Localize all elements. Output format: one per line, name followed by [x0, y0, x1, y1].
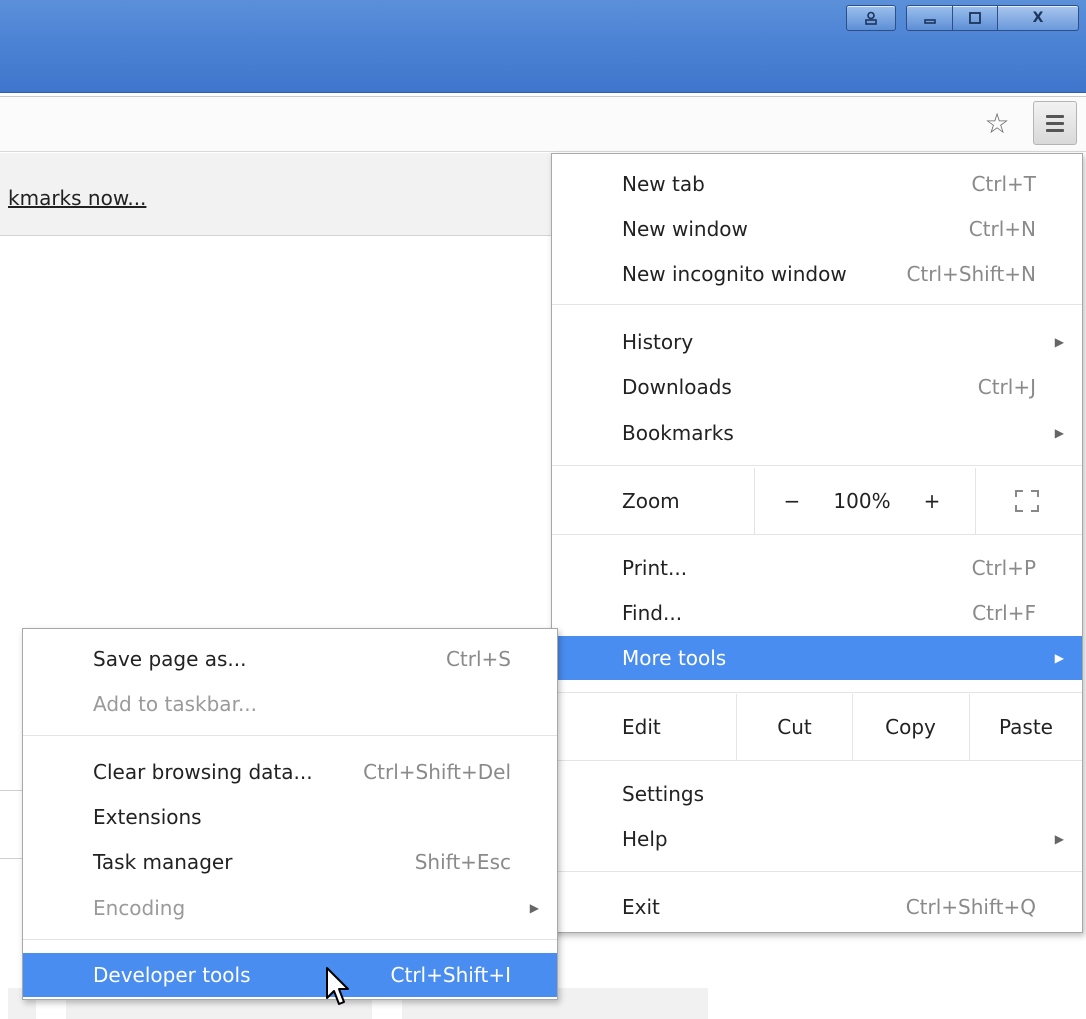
menu-item-label: More tools: [622, 646, 727, 670]
zoom-row: Zoom − 100% +: [552, 468, 1082, 534]
menu-item-label: Save page as...: [93, 647, 247, 671]
menu-item-label: Extensions: [93, 805, 202, 829]
menu-item-label: History: [622, 330, 694, 354]
submenu-item-encoding[interactable]: Encoding ▶: [23, 886, 557, 930]
hamburger-menu-icon[interactable]: [1033, 101, 1077, 145]
submenu-item-clear-browsing-data[interactable]: Clear browsing data... Ctrl+Shift+Del: [23, 750, 557, 794]
submenu-item-task-manager[interactable]: Task manager Shift+Esc: [23, 840, 557, 884]
menu-item-new-tab[interactable]: New tab Ctrl+T: [552, 162, 1082, 206]
zoom-label: Zoom: [622, 489, 680, 513]
menu-item-find[interactable]: Find... Ctrl+F: [552, 591, 1082, 635]
maximize-icon: [969, 12, 981, 24]
menu-item-settings[interactable]: Settings: [552, 772, 1082, 816]
menu-item-label: Bookmarks: [622, 421, 734, 445]
minimize-button[interactable]: [906, 5, 953, 31]
minimize-icon: [923, 19, 936, 24]
menu-item-print[interactable]: Print... Ctrl+P: [552, 546, 1082, 590]
menu-bar-line: [1046, 114, 1064, 118]
menu-separator: [552, 760, 1082, 761]
submenu-item-extensions[interactable]: Extensions: [23, 795, 557, 839]
menu-item-label: Encoding: [93, 896, 186, 920]
star-icon[interactable]: ☆: [982, 107, 1012, 140]
menu-separator: [23, 735, 557, 736]
copy-button[interactable]: Copy: [853, 694, 968, 760]
submenu-arrow-icon: ▶: [1054, 335, 1064, 349]
zoom-divider: [754, 468, 755, 534]
menu-separator: [552, 534, 1082, 535]
menu-item-shortcut: Ctrl+Shift+Del: [363, 760, 511, 784]
menu-item-label: Exit: [622, 895, 660, 919]
fullscreen-button[interactable]: [1002, 468, 1052, 534]
menu-item-new-window[interactable]: New window Ctrl+N: [552, 207, 1082, 251]
menu-item-shortcut: Ctrl+P: [971, 556, 1036, 580]
submenu-item-add-to-taskbar[interactable]: Add to taskbar...: [23, 682, 557, 726]
submenu-arrow-icon: ▶: [1054, 426, 1064, 440]
menu-item-shortcut: Ctrl+N: [968, 217, 1036, 241]
fullscreen-icon: [1015, 490, 1039, 512]
menu-item-shortcut: Ctrl+J: [977, 375, 1036, 399]
menu-separator: [552, 304, 1082, 305]
edit-row: Edit Cut Copy Paste: [552, 694, 1082, 760]
menu-item-history[interactable]: History ▶: [552, 320, 1082, 364]
submenu-arrow-icon: ▶: [529, 901, 539, 915]
maximize-button[interactable]: [952, 5, 998, 31]
menu-item-shortcut: Ctrl+T: [971, 172, 1036, 196]
close-button[interactable]: X: [997, 5, 1079, 31]
submenu-item-developer-tools[interactable]: Developer tools Ctrl+Shift+I: [23, 953, 557, 997]
browser-toolbar: [0, 96, 1086, 152]
menu-item-shortcut: Ctrl+S: [445, 647, 511, 671]
close-icon: X: [1032, 10, 1044, 26]
menu-separator: [23, 939, 557, 940]
more-tools-submenu: Save page as... Ctrl+S Add to taskbar...…: [22, 628, 558, 1000]
menu-item-label: Clear browsing data...: [93, 760, 313, 784]
submenu-item-save-page[interactable]: Save page as... Ctrl+S: [23, 637, 557, 681]
menu-item-label: New window: [622, 217, 748, 241]
menu-item-more-tools[interactable]: More tools ▶: [552, 636, 1082, 680]
zoom-in-button[interactable]: +: [917, 468, 947, 534]
menu-item-label: New incognito window: [622, 262, 847, 286]
menu-item-shortcut: Ctrl+Shift+I: [390, 963, 511, 987]
person-icon: [865, 11, 877, 25]
menu-item-label: Add to taskbar...: [93, 692, 258, 716]
menu-item-label: Settings: [622, 782, 705, 806]
profile-button[interactable]: [846, 5, 896, 31]
page-divider: [0, 858, 22, 859]
menu-bar-line: [1046, 128, 1064, 132]
cut-button[interactable]: Cut: [737, 694, 852, 760]
menu-item-shortcut: Ctrl+Shift+N: [906, 262, 1036, 286]
menu-item-label: Developer tools: [93, 963, 251, 987]
menu-item-help[interactable]: Help ▶: [552, 817, 1082, 861]
zoom-level: 100%: [833, 489, 891, 513]
menu-item-shortcut: Ctrl+Shift+Q: [905, 895, 1036, 919]
submenu-arrow-icon: ▶: [1054, 832, 1064, 846]
chrome-main-menu: New tab Ctrl+T New window Ctrl+N New inc…: [551, 153, 1083, 933]
menu-item-shortcut: Ctrl+F: [972, 601, 1036, 625]
page-divider: [0, 790, 22, 791]
zoom-divider: [975, 468, 976, 534]
zoom-out-button[interactable]: −: [777, 468, 807, 534]
paste-button[interactable]: Paste: [970, 694, 1082, 760]
menu-item-label: New tab: [622, 172, 705, 196]
mouse-cursor-icon: [326, 967, 349, 1005]
menu-item-label: Help: [622, 827, 668, 851]
menu-item-label: Print...: [622, 556, 688, 580]
menu-separator: [552, 871, 1082, 872]
menu-item-new-incognito-window[interactable]: New incognito window Ctrl+Shift+N: [552, 252, 1082, 296]
menu-item-bookmarks[interactable]: Bookmarks ▶: [552, 411, 1082, 455]
menu-item-label: Find...: [622, 601, 683, 625]
menu-separator: [552, 692, 1082, 693]
menu-item-downloads[interactable]: Downloads Ctrl+J: [552, 365, 1082, 409]
edit-label: Edit: [622, 715, 661, 739]
menu-item-label: Downloads: [622, 375, 732, 399]
menu-item-shortcut: Shift+Esc: [414, 850, 511, 874]
import-bookmarks-link[interactable]: kmarks now...: [8, 186, 146, 210]
menu-separator: [552, 465, 1082, 466]
menu-bar-line: [1046, 121, 1064, 125]
menu-item-label: Task manager: [93, 850, 233, 874]
menu-item-exit[interactable]: Exit Ctrl+Shift+Q: [552, 885, 1082, 929]
submenu-arrow-icon: ▶: [1054, 651, 1064, 665]
